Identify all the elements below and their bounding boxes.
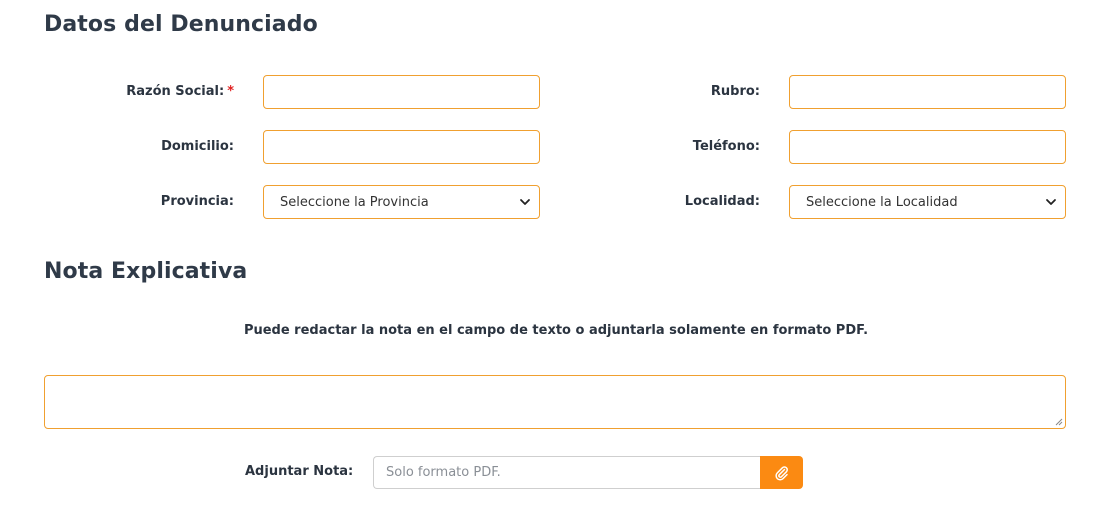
chevron-down-icon [1046, 199, 1056, 205]
attach-button[interactable] [760, 456, 803, 489]
localidad-label: Localidad: [684, 194, 760, 209]
note-help-text: Puede redactar la nota en el campo de te… [243, 323, 869, 338]
domicilio-label: Domicilio: [161, 139, 234, 154]
provincia-selected-value: Seleccione la Provincia [280, 194, 429, 210]
rubro-label: Rubro: [710, 84, 760, 99]
section-title-datos-denunciado: Datos del Denunciado [44, 12, 318, 37]
telefono-label: Teléfono: [692, 139, 760, 154]
adjuntar-nota-label: Adjuntar Nota: [245, 464, 354, 479]
note-textarea[interactable] [44, 375, 1066, 429]
localidad-selected-value: Seleccione la Localidad [806, 194, 958, 210]
required-asterisk: * [227, 84, 234, 99]
razon-social-input[interactable] [263, 75, 540, 109]
provincia-select[interactable]: Seleccione la Provincia [263, 185, 540, 219]
paperclip-icon [774, 465, 788, 481]
file-input[interactable]: Solo formato PDF. [373, 456, 760, 489]
razon-social-label: Razón Social: * [126, 84, 234, 99]
localidad-select[interactable]: Seleccione la Localidad [789, 185, 1066, 219]
chevron-down-icon [520, 199, 530, 205]
domicilio-input[interactable] [263, 130, 540, 164]
telefono-input[interactable] [789, 130, 1066, 164]
provincia-label: Provincia: [160, 194, 234, 209]
section-title-nota-explicativa: Nota Explicativa [44, 259, 248, 284]
rubro-input[interactable] [789, 75, 1066, 109]
file-input-placeholder: Solo formato PDF. [386, 465, 501, 480]
resize-grip-icon[interactable] [1055, 418, 1063, 426]
